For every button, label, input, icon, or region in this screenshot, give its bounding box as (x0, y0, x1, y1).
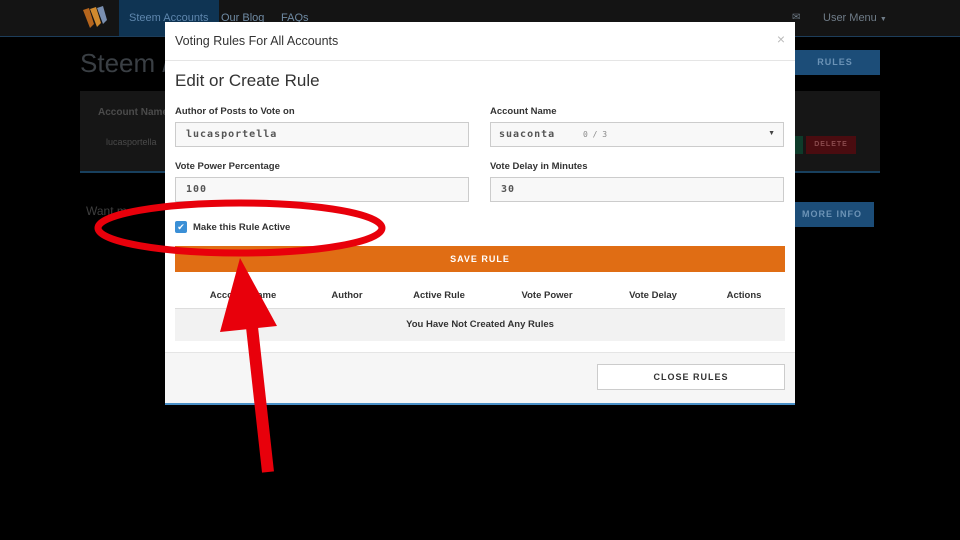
vote-power-input[interactable] (175, 177, 469, 202)
vote-delay-label: Vote Delay in Minutes (490, 161, 588, 172)
checkmark-icon: ✔ (177, 222, 185, 232)
accounts-row-account: lucasportella (106, 137, 157, 147)
vote-power-label: Vote Power Percentage (175, 161, 280, 172)
save-rule-button[interactable]: SAVE RULE (175, 246, 785, 272)
col-active-rule: Active Rule (413, 290, 465, 301)
voting-rules-modal: Voting Rules For All Accounts × Edit or … (165, 22, 795, 405)
col-actions: Actions (726, 290, 762, 301)
vote-delay-input[interactable] (490, 177, 784, 202)
modal-footer: CLOSE RULES (165, 352, 795, 403)
active-rule-label[interactable]: Make this Rule Active (193, 222, 290, 233)
author-input[interactable] (175, 122, 469, 147)
account-name-label: Account Name (490, 106, 557, 117)
rules-table-header: Account Name Author Active Rule Vote Pow… (175, 286, 785, 309)
more-info-button[interactable]: MORE INFO (790, 202, 874, 227)
caret-down-icon: ▼ (768, 130, 775, 137)
account-name-select[interactable]: suaconta 0 / 3 ▼ (490, 122, 784, 147)
user-menu-label: User Menu (823, 12, 877, 24)
want-more-text: Want m (86, 204, 127, 218)
rules-button[interactable]: RULES (790, 50, 880, 75)
col-vote-power: Vote Power (521, 290, 573, 301)
account-select-value: suaconta (499, 129, 556, 140)
rules-table-empty-row: You Have Not Created Any Rules (175, 309, 785, 341)
modal-title: Voting Rules For All Accounts (175, 34, 339, 48)
close-icon[interactable]: × (777, 31, 785, 47)
section-title: Edit or Create Rule (175, 71, 320, 90)
active-rule-checkbox[interactable]: ✔ (175, 221, 187, 233)
user-menu[interactable]: User Menu ▼ (823, 0, 887, 36)
close-rules-button[interactable]: CLOSE RULES (597, 364, 785, 390)
delete-button[interactable]: DELETE (806, 136, 856, 154)
col-author: Author (331, 290, 363, 301)
account-select-count: 0 / 3 (583, 130, 608, 139)
caret-down-icon: ▼ (879, 16, 887, 23)
modal-header: Voting Rules For All Accounts × (165, 22, 795, 61)
col-account-name: Account Name (209, 290, 277, 301)
author-label: Author of Posts to Vote on (175, 106, 295, 117)
steem-logo-icon[interactable] (80, 4, 108, 32)
accounts-table-header: Account Name (98, 107, 169, 118)
col-vote-delay: Vote Delay (629, 290, 677, 301)
page-title: Steem / (80, 48, 170, 78)
